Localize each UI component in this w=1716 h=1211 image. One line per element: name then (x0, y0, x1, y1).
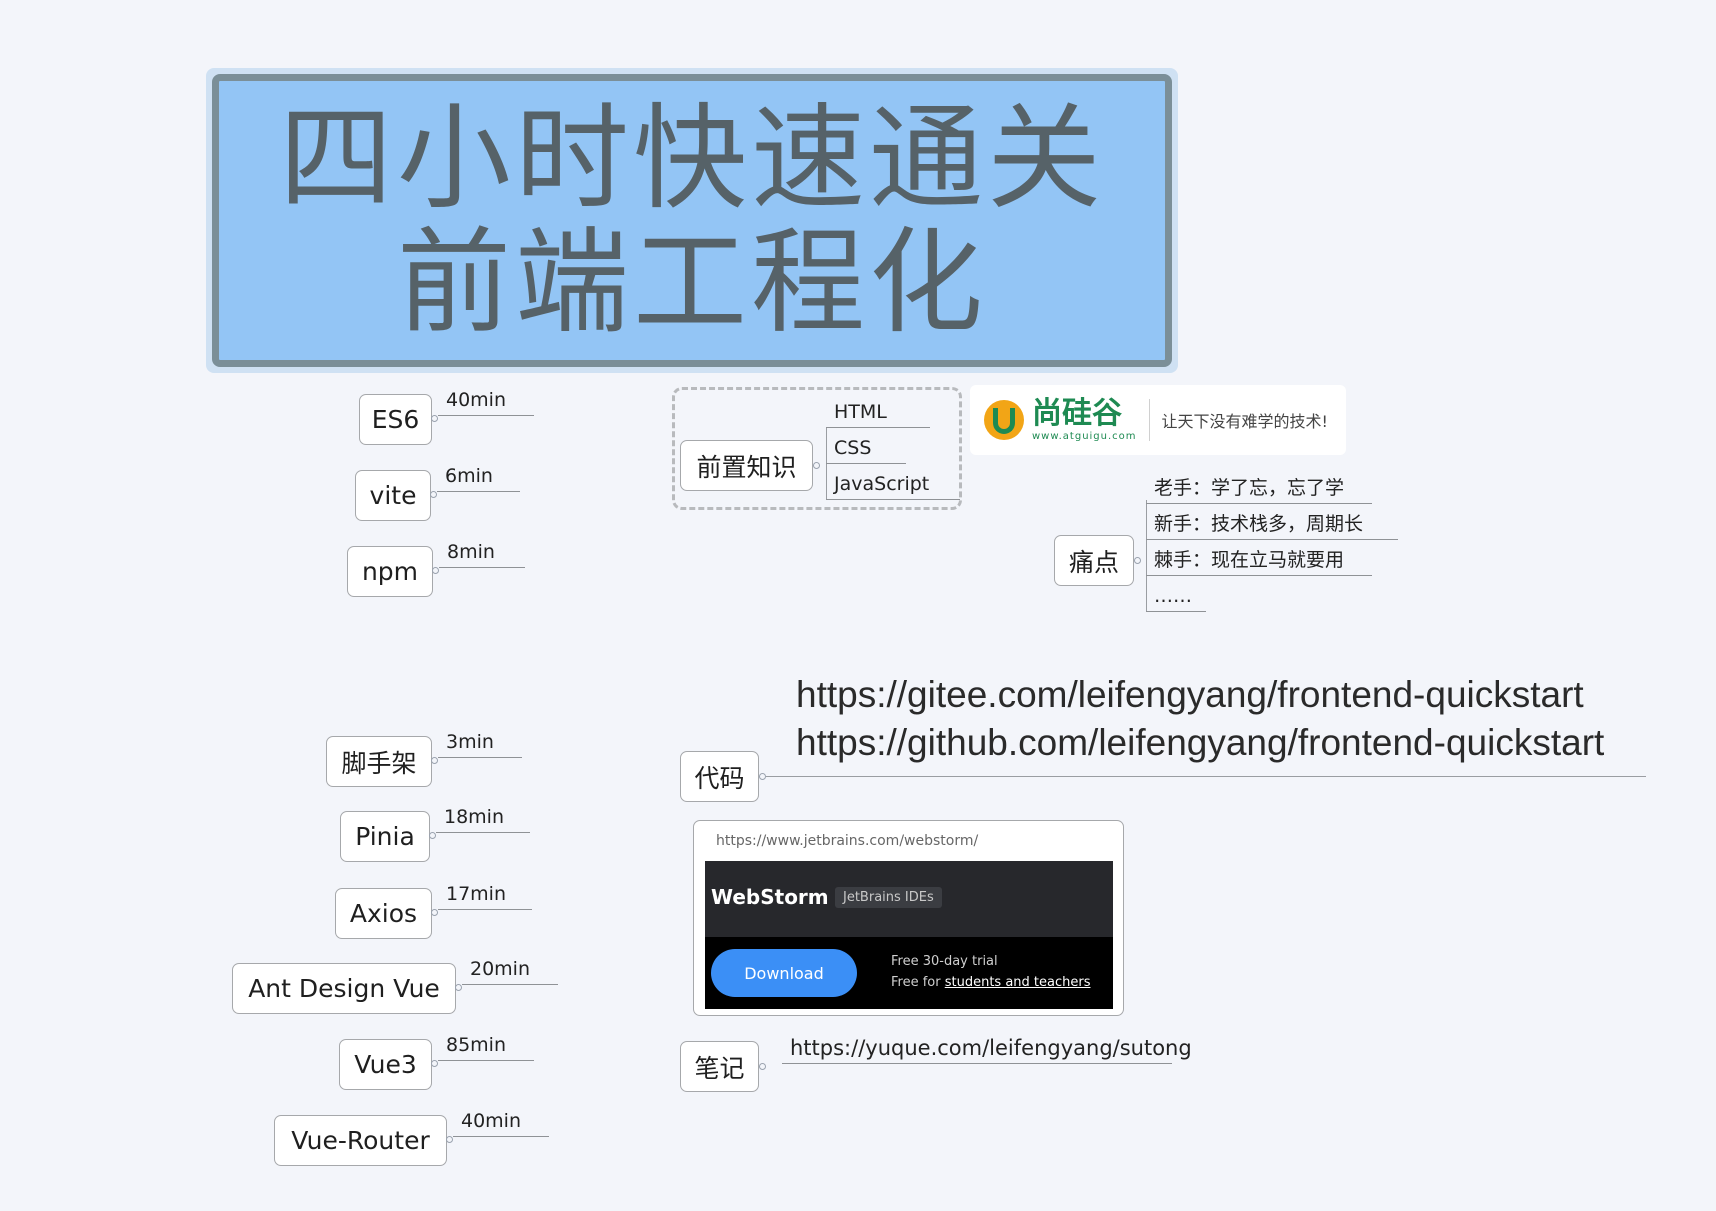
connector-dot (429, 832, 436, 839)
topic-label: 代码 (694, 763, 745, 793)
connector-dot (813, 462, 820, 469)
brand-divider (1148, 399, 1150, 441)
duration-vite: 6min (437, 464, 520, 492)
topic-ant-design-vue[interactable]: Ant Design Vue (232, 963, 456, 1014)
webstorm-screenshot[interactable]: https://www.jetbrains.com/webstorm/ WebS… (693, 820, 1124, 1016)
duration-scaffold: 3min (438, 730, 522, 758)
connector-dot (446, 1136, 453, 1143)
download-button[interactable]: Download (711, 949, 857, 997)
webstorm-banner: WebStorm JetBrains IDEs Download Free 30… (705, 861, 1113, 1009)
atguigu-brand-card: 尚硅谷 www.atguigu.com 让天下没有难学的技术! (970, 385, 1346, 455)
students-teachers-link[interactable]: students and teachers (945, 975, 1091, 990)
title-line-2: 前端工程化 (396, 215, 987, 349)
duration-axios: 17min (438, 882, 532, 910)
topic-pinia[interactable]: Pinia (340, 811, 430, 862)
trial-note: Free 30-day trial (891, 954, 998, 969)
connector-dot (431, 1060, 438, 1067)
topic-label: 前置知识 (696, 452, 797, 482)
brand-slogan: 让天下没有难学的技术! (1161, 412, 1328, 431)
duration-pinia: 18min (436, 805, 530, 833)
pain-more: …… (1146, 584, 1206, 612)
prereq-html: HTML (826, 400, 930, 428)
topic-label: Ant Design Vue (248, 974, 440, 1003)
duration-vue3: 85min (438, 1033, 534, 1061)
topic-label: Axios (349, 899, 418, 928)
topic-vue3[interactable]: Vue3 (339, 1039, 432, 1090)
connector-dot (432, 567, 439, 574)
webstorm-banner-top: WebStorm JetBrains IDEs (705, 861, 1113, 937)
connector-dot (430, 491, 437, 498)
github-url-link[interactable]: https://github.com/leifengyang/frontend-… (796, 722, 1604, 764)
connector-dot (431, 909, 438, 916)
topic-label: Vue3 (354, 1050, 417, 1079)
pain-urgent: 棘手：现在立马就要用 (1146, 548, 1372, 576)
topic-label: npm (361, 557, 419, 586)
duration-es6: 40min (438, 388, 534, 416)
atguigu-logo-icon (984, 400, 1024, 440)
webstorm-banner-bottom: Download Free 30-day trial Free for stud… (705, 937, 1113, 1009)
brand-url: www.atguigu.com (1032, 430, 1137, 442)
webstorm-logo: WebStorm (711, 885, 829, 909)
brand-name: 尚硅谷 (1032, 395, 1122, 431)
duration-npm: 8min (439, 540, 525, 568)
topic-code[interactable]: 代码 (680, 751, 759, 802)
pain-veteran: 老手：学了忘，忘了学 (1146, 476, 1372, 504)
code-underline (766, 776, 1646, 777)
topic-npm[interactable]: npm (347, 546, 433, 597)
topic-label: 笔记 (694, 1053, 745, 1083)
topic-axios[interactable]: Axios (335, 888, 432, 939)
topic-label: Pinia (355, 822, 415, 851)
free-note: Free for students and teachers (891, 975, 1091, 990)
topic-vue-router[interactable]: Vue-Router (274, 1115, 447, 1166)
topic-prereq[interactable]: 前置知识 (680, 440, 813, 491)
topic-es6[interactable]: ES6 (359, 394, 432, 445)
connector-dot (759, 1063, 766, 1070)
duration-vue-router: 40min (453, 1109, 549, 1137)
topic-vite[interactable]: vite (355, 470, 431, 521)
connector-dot (431, 757, 438, 764)
prereq-javascript: JavaScript (826, 472, 960, 500)
topic-label: 脚手架 (341, 748, 417, 778)
pain-newbie: 新手：技术栈多，周期长 (1146, 512, 1398, 540)
topic-notes[interactable]: 笔记 (680, 1041, 759, 1092)
webstorm-url: https://www.jetbrains.com/webstorm/ (716, 833, 979, 849)
central-topic[interactable]: 四小时快速通关 前端工程化 (212, 74, 1172, 367)
topic-label: 痛点 (1068, 547, 1119, 577)
topic-label: vite (369, 481, 417, 510)
gitee-url-link[interactable]: https://gitee.com/leifengyang/frontend-q… (796, 674, 1584, 716)
prereq-css: CSS (826, 436, 906, 464)
connector-dot (431, 415, 438, 422)
yuque-url-link[interactable]: https://yuque.com/leifengyang/sutong (782, 1036, 1192, 1064)
title-line-1: 四小时快速通关 (278, 91, 1105, 225)
connector-dot (455, 984, 462, 991)
topic-label: Vue-Router (291, 1126, 430, 1155)
topic-label: ES6 (371, 405, 420, 434)
connector-dot (1134, 557, 1141, 564)
free-note-prefix: Free for (891, 975, 945, 990)
duration-ant-design-vue: 20min (462, 957, 558, 985)
jetbrains-badge: JetBrains IDEs (835, 887, 942, 908)
topic-pain-points[interactable]: 痛点 (1054, 535, 1134, 586)
connector-dot (759, 773, 766, 780)
topic-scaffold[interactable]: 脚手架 (326, 736, 432, 787)
